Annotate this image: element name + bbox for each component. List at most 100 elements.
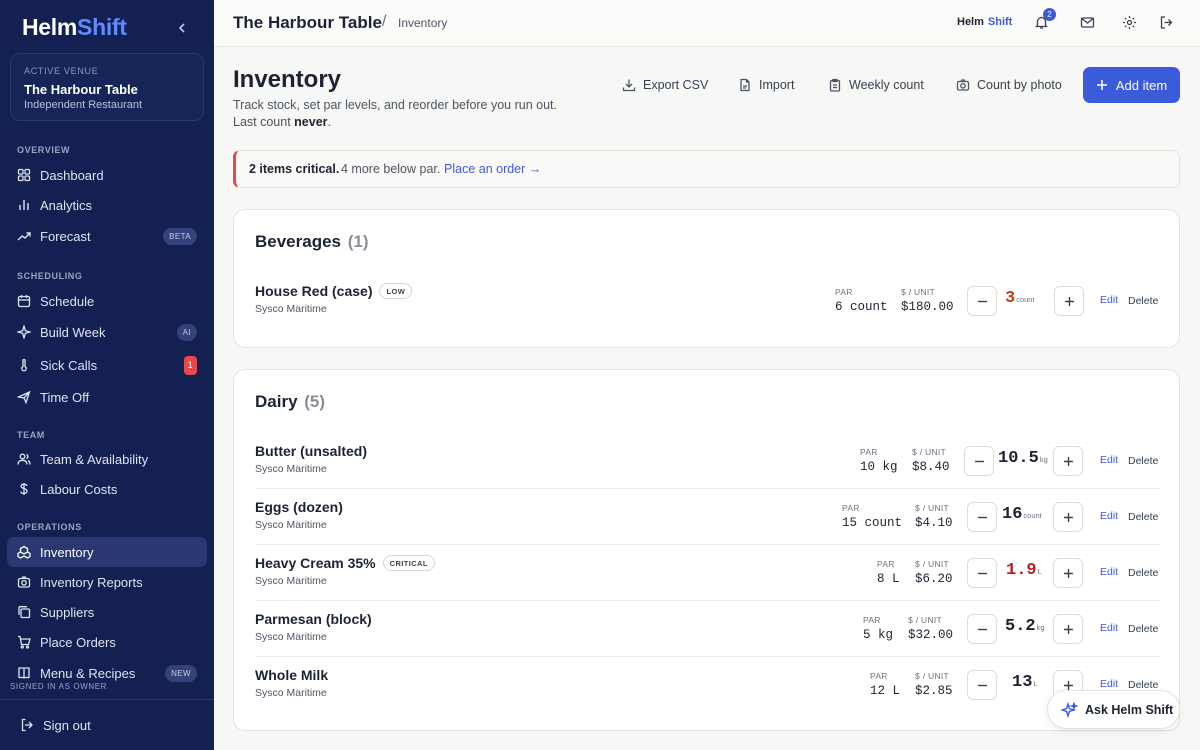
last-count-prefix: Last count — [233, 115, 295, 129]
sidebar-item-forecast[interactable]: Forecast BETA — [7, 221, 207, 251]
sidebar-item-label: Inventory — [40, 545, 94, 560]
item-name: Whole Milk — [255, 667, 329, 683]
critical-stock-badge: CRITICAL — [382, 555, 435, 571]
edit-link[interactable]: Edit — [1100, 454, 1118, 466]
import-button[interactable]: Import — [738, 75, 794, 95]
sidebar-item-schedule[interactable]: Schedule — [7, 286, 207, 316]
alert-critical-text: 2 items critical. — [249, 162, 340, 176]
notification-count-badge: 2 — [1043, 8, 1056, 21]
quantity-display[interactable]: 16count — [1002, 505, 1042, 524]
calendar-icon — [17, 295, 31, 308]
plus-icon — [1065, 297, 1074, 306]
quantity-value: 5.2 — [1005, 617, 1036, 636]
edit-link[interactable]: Edit — [1100, 566, 1118, 578]
sign-out-button[interactable]: Sign out — [0, 699, 214, 750]
quantity-display[interactable]: 10.5kg — [998, 449, 1048, 468]
decrement-button[interactable] — [967, 286, 997, 316]
delete-link[interactable]: Delete — [1128, 295, 1158, 307]
sidebar-item-suppliers[interactable]: Suppliers — [7, 597, 207, 627]
sidebar-item-label: Inventory Reports — [40, 575, 143, 590]
sidebar-item-analytics[interactable]: Analytics — [7, 190, 207, 220]
sidebar-item-label: Place Orders — [40, 635, 116, 650]
edit-link[interactable]: Edit — [1100, 510, 1118, 522]
add-item-button[interactable]: Add item — [1083, 67, 1180, 103]
ask-assistant-button[interactable]: Ask Helm Shift — [1047, 690, 1180, 729]
sidebar-item-build-week[interactable]: Build Week AI — [7, 317, 207, 347]
mini-brand: Helm Shift — [957, 16, 1012, 28]
par-label: PAR — [863, 615, 881, 625]
decrement-button[interactable] — [964, 446, 994, 476]
par-value: 15 count — [842, 516, 903, 530]
camera-icon — [956, 79, 970, 91]
decrement-button[interactable] — [967, 502, 997, 532]
sidebar-item-label: Dashboard — [40, 168, 104, 183]
book-icon — [18, 667, 30, 679]
category-count: (1) — [347, 232, 369, 251]
decrement-button[interactable] — [967, 558, 997, 588]
sidebar-item-inventory[interactable]: Inventory — [7, 537, 207, 567]
delete-link[interactable]: Delete — [1128, 623, 1158, 635]
unit-price-value: $4.10 — [915, 516, 953, 530]
edit-link[interactable]: Edit — [1100, 678, 1118, 690]
increment-button[interactable] — [1053, 558, 1083, 588]
count-by-photo-button[interactable]: Count by photo — [956, 75, 1062, 95]
weekly-count-label: Weekly count — [849, 78, 924, 92]
item-name-text: Heavy Cream 35% — [255, 555, 376, 571]
venue-type: Independent Restaurant — [24, 99, 143, 111]
minus-icon — [978, 300, 987, 303]
gear-icon[interactable] — [1122, 15, 1137, 30]
par-label: PAR — [860, 447, 878, 457]
sidebar-item-label: Schedule — [40, 294, 95, 309]
inventory-row: Parmesan (block) Sysco Maritime PAR 5 kg… — [255, 601, 1160, 657]
sidebar-item-sick-calls[interactable]: Sick Calls 1 — [7, 350, 207, 380]
weekly-count-button[interactable]: Weekly count — [828, 75, 924, 95]
quantity-display[interactable]: 5.2kg — [1005, 617, 1045, 636]
quantity-unit: kg — [1036, 623, 1045, 632]
sidebar-item-label: Team & Availability — [40, 452, 149, 467]
quantity-display[interactable]: 3count — [1005, 289, 1035, 308]
inventory-row: Eggs (dozen) Sysco Maritime PAR 15 count… — [255, 489, 1160, 545]
last-count: Last count never. — [233, 115, 331, 129]
inventory-row: Heavy Cream 35% CRITICAL Sysco Maritime P… — [255, 545, 1160, 601]
delete-link[interactable]: Delete — [1128, 455, 1158, 467]
edit-link[interactable]: Edit — [1100, 622, 1118, 634]
quantity-display[interactable]: 1.9L — [1006, 561, 1042, 580]
item-name-text: House Red (case) — [255, 283, 373, 299]
sidebar-item-dashboard[interactable]: Dashboard — [7, 160, 207, 190]
logout-icon[interactable] — [1159, 15, 1174, 30]
edit-link[interactable]: Edit — [1100, 294, 1118, 306]
increment-button[interactable] — [1054, 286, 1084, 316]
place-order-link[interactable]: Place an order → — [444, 162, 541, 176]
bar-chart-icon — [19, 200, 29, 210]
sidebar-item-team-availability[interactable]: Team & Availability — [7, 444, 207, 474]
brand-part-2: Shift — [77, 14, 127, 40]
unit-price-value: $6.20 — [915, 572, 953, 586]
increment-button[interactable] — [1053, 502, 1083, 532]
decrement-button[interactable] — [967, 670, 997, 700]
unit-price-value: $8.40 — [912, 460, 950, 474]
sparkle-icon — [1061, 702, 1078, 719]
chevron-left-icon[interactable] — [176, 22, 188, 34]
decrement-button[interactable] — [967, 614, 997, 644]
sidebar-item-place-orders[interactable]: Place Orders — [7, 627, 207, 657]
sidebar-item-inventory-reports[interactable]: Inventory Reports — [7, 567, 207, 597]
delete-link[interactable]: Delete — [1128, 567, 1158, 579]
increment-button[interactable] — [1053, 446, 1083, 476]
sidebar: HelmShift ACTIVE VENUE The Harbour Table… — [0, 0, 214, 750]
mail-icon[interactable] — [1080, 15, 1095, 30]
delete-link[interactable]: Delete — [1128, 511, 1158, 523]
brand-logo[interactable]: HelmShift — [22, 14, 127, 41]
sidebar-item-labour-costs[interactable]: Labour Costs — [7, 474, 207, 504]
section-overview: OVERVIEW — [17, 145, 71, 155]
breadcrumb-venue[interactable]: The Harbour Table — [233, 13, 382, 33]
sidebar-item-label: Sick Calls — [40, 358, 98, 373]
par-value: 6 count — [835, 300, 888, 314]
quantity-display[interactable]: 13L — [1012, 673, 1038, 692]
export-csv-button[interactable]: Export CSV — [622, 75, 708, 95]
venue-switcher[interactable]: ACTIVE VENUE The Harbour Table Independe… — [10, 53, 204, 121]
item-name: Butter (unsalted) — [255, 443, 367, 459]
inventory-row: House Red (case) LOW Sysco Maritime PAR 6… — [255, 273, 1160, 329]
quantity-value: 3 — [1005, 289, 1016, 308]
sidebar-item-time-off[interactable]: Time Off — [7, 382, 207, 412]
increment-button[interactable] — [1053, 614, 1083, 644]
